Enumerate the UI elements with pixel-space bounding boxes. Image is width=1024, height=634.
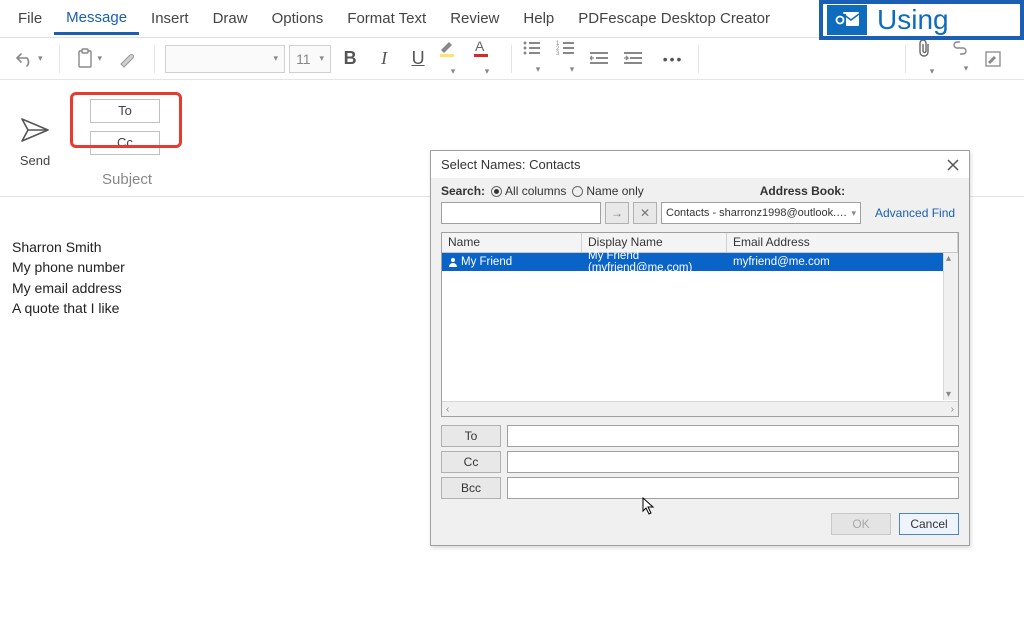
app-logo-banner: Using bbox=[819, 0, 1024, 40]
font-color-button[interactable]: A▾ bbox=[471, 38, 501, 79]
indent-button[interactable] bbox=[624, 51, 654, 67]
dialog-title: Select Names: Contacts bbox=[441, 157, 580, 172]
outdent-button[interactable] bbox=[590, 51, 620, 67]
chevron-down-icon: ▾ bbox=[851, 208, 856, 219]
dialog-bcc-input[interactable] bbox=[507, 477, 959, 499]
underline-button[interactable]: U bbox=[403, 48, 433, 69]
logo-text: Using bbox=[877, 4, 949, 36]
tab-help[interactable]: Help bbox=[511, 4, 566, 33]
mouse-cursor-icon bbox=[642, 497, 656, 515]
close-button[interactable] bbox=[947, 159, 959, 171]
search-input[interactable] bbox=[441, 202, 601, 224]
dialog-bcc-button[interactable]: Bcc bbox=[441, 477, 501, 499]
dialog-cc-input[interactable] bbox=[507, 451, 959, 473]
tab-insert[interactable]: Insert bbox=[139, 4, 201, 33]
signature-button[interactable] bbox=[984, 50, 1014, 68]
link-button[interactable]: ▾ bbox=[950, 41, 980, 76]
dialog-to-input[interactable] bbox=[507, 425, 959, 447]
col-header-email[interactable]: Email Address bbox=[727, 233, 958, 252]
dialog-titlebar: Select Names: Contacts bbox=[431, 151, 969, 178]
radio-label: All columns bbox=[505, 184, 566, 198]
advanced-find-link[interactable]: Advanced Find bbox=[875, 206, 955, 220]
col-header-name[interactable]: Name bbox=[442, 233, 582, 252]
person-icon bbox=[448, 257, 458, 267]
search-clear-button[interactable]: ✕ bbox=[633, 202, 657, 224]
send-label: Send bbox=[20, 153, 50, 168]
contact-name: My Friend bbox=[461, 256, 512, 268]
attach-button[interactable]: ▾ bbox=[916, 38, 946, 79]
contacts-list: Name Display Name Email Address My Frien… bbox=[441, 232, 959, 417]
horizontal-scrollbar[interactable]: ‹ › bbox=[442, 401, 958, 416]
tab-review[interactable]: Review bbox=[438, 4, 511, 33]
search-go-button[interactable]: → bbox=[605, 202, 629, 224]
dialog-footer: OK Cancel bbox=[431, 507, 969, 545]
select-names-dialog: Select Names: Contacts Search: All colum… bbox=[430, 150, 970, 546]
italic-button[interactable]: I bbox=[369, 48, 399, 69]
separator bbox=[59, 45, 60, 73]
tab-draw[interactable]: Draw bbox=[201, 4, 260, 33]
scroll-right-icon[interactable]: › bbox=[951, 404, 954, 415]
separator bbox=[698, 45, 699, 73]
cancel-button[interactable]: Cancel bbox=[899, 513, 959, 535]
search-label: Search: bbox=[441, 184, 485, 198]
ok-button[interactable]: OK bbox=[831, 513, 891, 535]
to-highlight-annotation bbox=[70, 92, 182, 148]
vertical-scrollbar[interactable] bbox=[943, 253, 958, 400]
scroll-left-icon[interactable]: ‹ bbox=[446, 404, 449, 415]
bullet-list-button[interactable]: ▾ bbox=[522, 40, 552, 77]
svg-text:A: A bbox=[475, 38, 485, 54]
contact-display-name: My Friend (myfriend@me.com) bbox=[582, 250, 727, 274]
dialog-to-button[interactable]: To bbox=[441, 425, 501, 447]
ribbon-toolbar: ▾ ▾ ▾ 11▾ B I U ▾ A▾ ▾ 123▾ ••• ▾ ▾ bbox=[0, 38, 1024, 80]
tab-message[interactable]: Message bbox=[54, 3, 139, 35]
address-book-select[interactable]: Contacts - sharronz1998@outlook.com ▾ bbox=[661, 202, 861, 224]
recipients-area: To Cc Bcc bbox=[431, 417, 969, 507]
send-button[interactable]: Send bbox=[0, 88, 70, 196]
tab-file[interactable]: File bbox=[6, 4, 54, 33]
separator bbox=[905, 45, 906, 73]
font-family-combo[interactable]: ▾ bbox=[165, 45, 285, 73]
send-icon bbox=[20, 117, 50, 143]
font-size-combo[interactable]: 11▾ bbox=[289, 45, 331, 73]
chevron-down-icon: ▾ bbox=[38, 53, 43, 64]
format-painter-button[interactable] bbox=[112, 46, 144, 72]
numbered-list-button[interactable]: 123▾ bbox=[556, 40, 586, 77]
bold-button[interactable]: B bbox=[335, 48, 365, 69]
subject-placeholder[interactable]: Subject bbox=[102, 171, 152, 188]
font-size-value: 11 bbox=[296, 51, 311, 67]
chevron-down-icon: ▾ bbox=[98, 53, 103, 64]
contact-email: myfriend@me.com bbox=[727, 256, 958, 268]
tab-options[interactable]: Options bbox=[260, 4, 336, 33]
dialog-cc-button[interactable]: Cc bbox=[441, 451, 501, 473]
contact-row[interactable]: My Friend My Friend (myfriend@me.com) my… bbox=[442, 253, 958, 271]
paste-button[interactable]: ▾ bbox=[70, 44, 109, 74]
tab-pdfescape[interactable]: PDFescape Desktop Creator bbox=[566, 4, 782, 33]
address-book-value: Contacts - sharronz1998@outlook.com bbox=[666, 207, 849, 219]
outlook-icon bbox=[827, 5, 867, 35]
tab-format-text[interactable]: Format Text bbox=[335, 4, 438, 33]
radio-label: Name only bbox=[586, 184, 643, 198]
separator bbox=[511, 45, 512, 73]
address-book-label: Address Book: bbox=[760, 184, 845, 198]
radio-all-columns[interactable]: All columns bbox=[491, 184, 566, 198]
svg-text:3: 3 bbox=[556, 51, 560, 56]
separator bbox=[154, 45, 155, 73]
undo-button[interactable]: ▾ bbox=[10, 46, 49, 72]
radio-name-only[interactable]: Name only bbox=[572, 184, 643, 198]
highlight-button[interactable]: ▾ bbox=[437, 38, 467, 79]
more-formatting-button[interactable]: ••• bbox=[658, 51, 688, 67]
